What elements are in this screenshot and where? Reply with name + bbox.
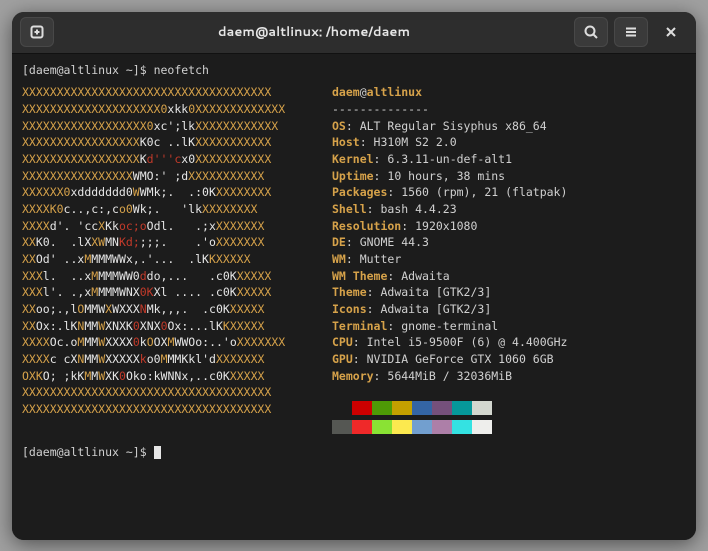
ascii-logo-line: XXXXXXXXXXXXXXXXXKd'''cx0XXXXXXXXXXX	[22, 152, 271, 166]
titlebar: daem@altlinux: /home/daem	[12, 12, 696, 54]
ascii-logo-line: XXXXXX0xddddddd0WWMk;. .:0KXXXXXXXX	[22, 185, 271, 199]
ascii-logo-line: XXXXXXXXXXXXXXXXXXXXXXXXXXXXXXXXXXXX	[22, 385, 271, 399]
hamburger-icon	[623, 24, 639, 40]
prompt-line: [daem@altlinux ~]$ neofetch	[22, 62, 686, 79]
ascii-logo-line: XXXXXXXXXXXXXXXXXXXXXXXXXXXXXXXXXXXX	[22, 85, 271, 99]
terminal-window: daem@altlinux: /home/daem [daem@altlinux…	[12, 12, 696, 540]
window-title: daem@altlinux: /home/daem	[60, 23, 568, 41]
menu-button[interactable]	[614, 17, 648, 47]
ascii-logo-line: XXXXd'. 'ccXKkoc;oOdl. .;xXXXXXXX	[22, 219, 264, 233]
ascii-logo-line: XXXXXXXXXXXXXXXXXXXXXXXXXXXXXXXXXXXX	[22, 402, 271, 416]
terminal-body[interactable]: [daem@altlinux ~]$ neofetch XXXXXXXXXXXXX…	[12, 54, 696, 540]
ascii-logo-line: XXXl'. .,xMMMMWNX0KXl .... .c0KXXXXX	[22, 285, 271, 299]
color-swatches-bright	[332, 420, 492, 434]
ascii-logo-line: XXoo;.,lOMMWXWXXXNMk,,,. .c0KXXXXX	[22, 302, 264, 316]
close-icon	[663, 24, 679, 40]
ascii-logo-line: XXOd' ..xMMMMWWx,.'... .lKKXXXXX	[22, 252, 251, 266]
ascii-logo-line: XXXXXXXXXXXXXXXXXK0c ..lKXXXXXXXXXXX	[22, 135, 271, 149]
close-button[interactable]	[654, 17, 688, 47]
ascii-logo-line: XXXXOc.oMMMWXXXX0kOOXMWWOo:..'oXXXXXXX	[22, 335, 285, 349]
ascii-logo-line: XXXXc cXNMMWXXXXXko0MMMKkl'dXXXXXXX	[22, 352, 264, 366]
ascii-logo-line: XXXXK0c..,c:,co0Wk;. 'lkXXXXXXXX	[22, 202, 257, 216]
plus-icon	[29, 24, 45, 40]
ascii-logo-line: OXKO; ;kKMMWXK0Oko:kWNNx,..c0KXXXXX	[22, 369, 264, 383]
search-icon	[583, 24, 599, 40]
cursor	[154, 446, 161, 459]
new-tab-button[interactable]	[20, 17, 54, 47]
ascii-logo-line: XXXl. ..xMMMMWW0ddo,... .c0KXXXXX	[22, 269, 271, 283]
ascii-logo-line: XXXXXXXXXXXXXXXXXX0xc';lkXXXXXXXXXXXX	[22, 119, 278, 133]
color-swatches	[332, 401, 492, 415]
ascii-logo-line: XXK0. .lXXWMNKd;;;;. .'oXXXXXXX	[22, 235, 264, 249]
prompt-line-cursor: [daem@altlinux ~]$	[22, 444, 686, 461]
ascii-logo-line: XXXXXXXXXXXXXXXXXXXX0xkk0XXXXXXXXXXXXX	[22, 102, 285, 116]
search-button[interactable]	[574, 17, 608, 47]
ascii-logo-line: XXXXXXXXXXXXXXXXWMO:' ;dXXXXXXXXXXX	[22, 169, 264, 183]
ascii-logo-line: XXOx:.lKNMMWXNXK0XNX0Ox:...lKKXXXXX	[22, 319, 264, 333]
